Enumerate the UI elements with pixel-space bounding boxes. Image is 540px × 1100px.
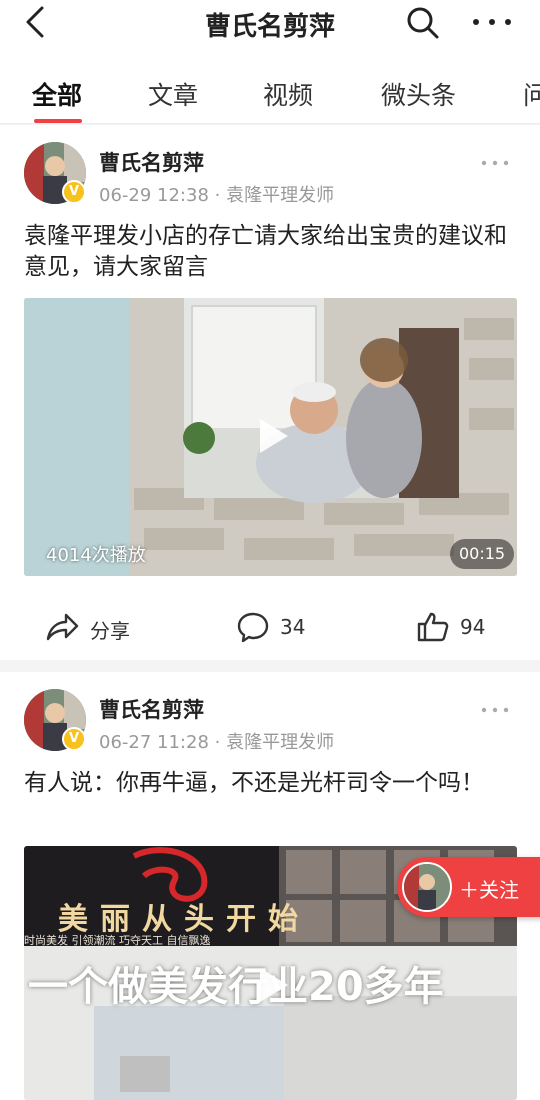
share-icon <box>46 613 79 641</box>
tab-bar: 全部 文章 视频 微头条 问 <box>0 50 540 124</box>
meta-separator: · <box>214 185 221 206</box>
post-source: 袁隆平理发师 <box>226 185 335 206</box>
comment-button[interactable]: 34 <box>236 609 326 645</box>
tab-micro-posts[interactable]: 微头条 <box>381 76 456 112</box>
active-tab-indicator <box>34 119 82 123</box>
card-more-icon[interactable] <box>478 153 512 173</box>
play-icon[interactable] <box>248 413 294 459</box>
video-player[interactable]: 4014次播放 00:15 <box>24 298 517 576</box>
verified-badge-icon: V <box>62 180 86 204</box>
page-title: 曹氏名剪萍 <box>204 12 335 42</box>
play-icon[interactable] <box>248 962 294 1008</box>
like-count: 94 <box>460 615 486 639</box>
tab-qa[interactable]: 问 <box>523 76 540 112</box>
share-label: 分享 <box>90 619 130 643</box>
comment-icon <box>237 612 269 643</box>
follow-avatar <box>402 862 452 912</box>
tab-videos[interactable]: 视频 <box>263 76 313 112</box>
post-text[interactable]: 有人说：你再牛逼，不还是光杆司令一个吗！ <box>24 768 520 799</box>
post-meta: 06-27 11:28 · 袁隆平理发师 <box>99 728 334 754</box>
top-bar: 曹氏名剪萍 <box>0 0 540 50</box>
post-text[interactable]: 袁隆平理发小店的存亡请大家给出宝贵的建议和意见，请大家留言 <box>24 221 520 283</box>
play-count: 4014次播放 <box>46 545 146 566</box>
shop-sign-subtext: 时尚美发 引领潮流 巧夺天工 自信飘逸 <box>24 934 211 947</box>
thumbs-up-icon <box>417 612 449 642</box>
post-source: 袁隆平理发师 <box>226 732 335 753</box>
comment-count: 34 <box>280 615 306 639</box>
action-bar: 分享 34 94 <box>0 605 540 649</box>
card-more-icon[interactable] <box>478 700 512 720</box>
avatar-image <box>404 864 450 910</box>
tab-articles[interactable]: 文章 <box>148 76 198 112</box>
video-duration: 00:15 <box>450 539 515 569</box>
search-icon[interactable] <box>404 4 440 40</box>
meta-separator: · <box>214 732 221 753</box>
author-name[interactable]: 曹氏名剪萍 <box>99 694 204 724</box>
video-caption-overlay: 一个做美发行业20多年 <box>28 964 444 1010</box>
tab-all[interactable]: 全部 <box>32 76 82 112</box>
verified-badge-icon: V <box>62 727 86 751</box>
post-date: 06-29 12:38 <box>99 185 209 206</box>
share-button[interactable]: 分享 <box>44 609 154 645</box>
author-name[interactable]: 曹氏名剪萍 <box>99 147 204 177</box>
more-dots-icon[interactable] <box>470 8 514 36</box>
feed-card[interactable]: V 曹氏名剪萍 06-29 12:38 · 袁隆平理发师 袁隆平理发小店的存亡请… <box>0 125 540 660</box>
post-meta: 06-29 12:38 · 袁隆平理发师 <box>99 181 334 207</box>
follow-label: ＋关注 <box>459 878 519 902</box>
follow-button[interactable]: ＋关注 <box>397 857 540 917</box>
post-date: 06-27 11:28 <box>99 732 209 753</box>
like-button[interactable]: 94 <box>416 609 506 645</box>
